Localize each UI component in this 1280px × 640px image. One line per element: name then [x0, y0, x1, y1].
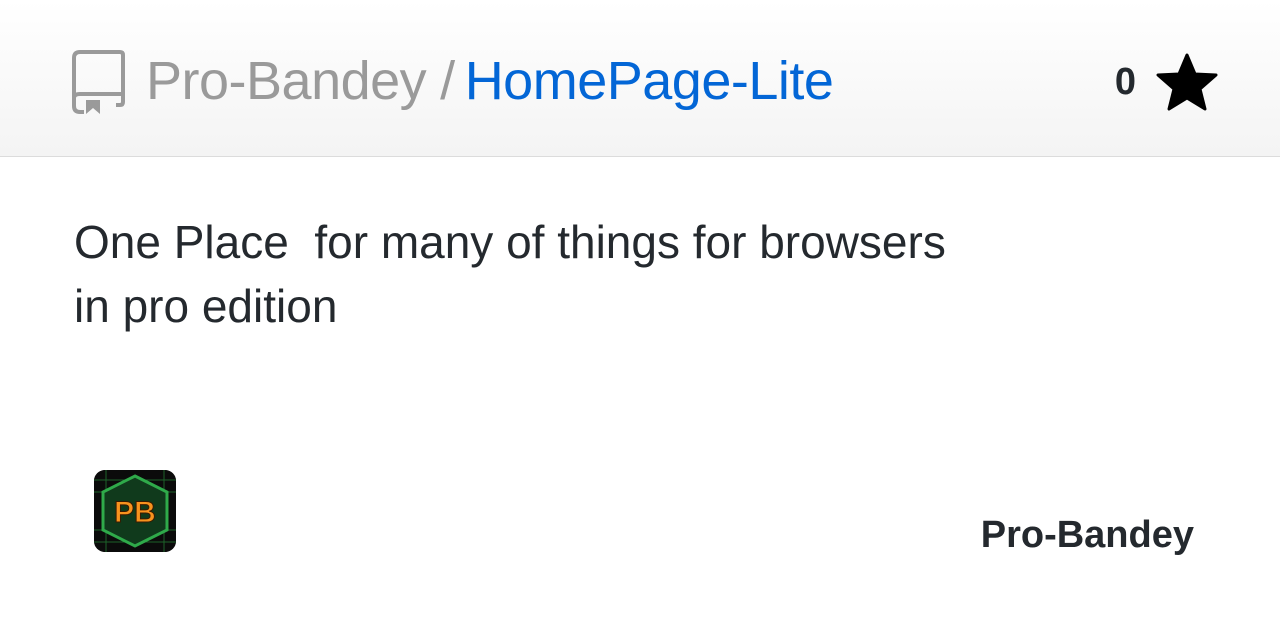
avatar-logo: PB [94, 470, 176, 552]
owner-avatar[interactable]: PB [94, 470, 176, 552]
star-counter[interactable]: 0 [1115, 52, 1218, 112]
repo-owner-link[interactable]: Pro-Bandey [146, 51, 427, 111]
star-count: 0 [1114, 60, 1136, 103]
card-header: Pro-Bandey / HomePage-Lite 0 [0, 0, 1280, 157]
avatar-initials: PB [114, 496, 156, 529]
repo-description: One Place for many of things for browser… [74, 216, 946, 332]
repo-book-icon [72, 50, 125, 114]
repo-path: Pro-Bandey / HomePage-Lite [146, 46, 834, 116]
path-separator: / [440, 51, 455, 111]
star-icon [1156, 53, 1218, 111]
repo-card: Pro-Bandey / HomePage-Lite 0 One Place for… [0, 0, 1280, 640]
footer-owner-name[interactable]: Pro-Bandey [981, 514, 1194, 557]
repo-name-link[interactable]: HomePage-Lite [465, 51, 834, 111]
